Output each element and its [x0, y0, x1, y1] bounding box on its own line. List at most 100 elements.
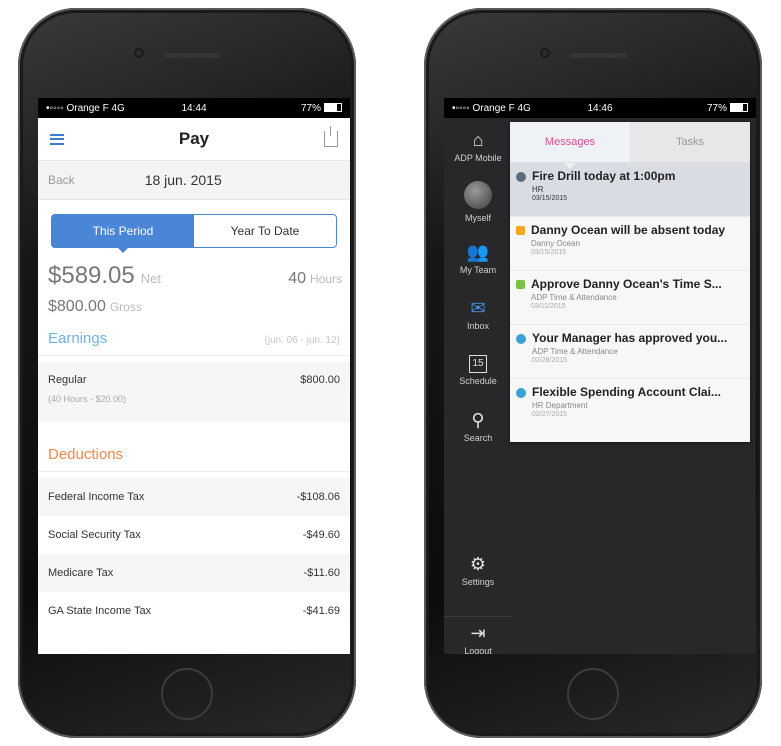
menu-icon[interactable] — [50, 133, 64, 145]
earning-value: $800.00 — [300, 374, 340, 386]
message-title: Approve Danny Ocean's Time S... — [531, 277, 722, 291]
sidebar-item-label: Schedule — [459, 375, 497, 386]
home-button[interactable] — [161, 668, 213, 720]
camera — [540, 48, 550, 58]
absence-icon — [516, 226, 525, 235]
carrier-label: •◦◦◦◦ Orange F 4G — [452, 102, 531, 114]
message-from: Danny Ocean — [531, 239, 580, 248]
panel-tabs: Messages Tasks — [510, 122, 750, 169]
deduction-row[interactable]: GA State Income Tax -$41.69 — [38, 592, 350, 630]
right-phone: •◦◦◦◦ Orange F 4G 14:46 77% ⌂ ADP Mobile… — [424, 8, 762, 738]
earning-sub: (40 Hours - $20.00) — [48, 394, 127, 404]
sidebar-item-logout[interactable]: ⇥ Logout — [444, 618, 512, 655]
net-amount: $589.05 — [48, 262, 135, 289]
home-icon: ⌂ — [472, 129, 484, 150]
earnings-header: Earnings (jun. 06 - jun. 12) — [38, 316, 350, 356]
deduction-label: Medicare Tax — [48, 567, 114, 579]
earning-row[interactable]: Regular (40 Hours - $20.00) $800.00 — [38, 362, 350, 422]
back-button[interactable]: Back — [48, 173, 75, 187]
carrier-label: •◦◦◦◦ Orange F 4G — [46, 102, 125, 114]
share-icon[interactable] — [324, 126, 338, 147]
sidebar: ⌂ ADP Mobile Myself 👥 My Team ✉ Inbox 15 — [444, 118, 512, 654]
period-segmented-control: This Period Year To Date — [51, 214, 337, 253]
sidebar-item-settings[interactable]: ⚙ Settings — [444, 542, 512, 598]
message-item[interactable]: Fire Drill today at 1:00pm HR 03/15/2015 — [510, 163, 750, 217]
battery-icon — [730, 103, 749, 113]
pay-date: 18 jun. 2015 — [144, 172, 222, 188]
message-from: ADP Time & Attendance — [532, 347, 618, 356]
deduction-label: GA State Income Tax — [48, 605, 152, 617]
page-title: Pay — [178, 129, 210, 148]
sidebar-item-adp-mobile[interactable]: ⌂ ADP Mobile — [444, 118, 512, 174]
deduction-row[interactable]: Federal Income Tax -$108.06 — [38, 478, 350, 516]
earnings-range: (jun. 06 - jun. 12) — [264, 335, 340, 346]
message-date: 02/28/2015 — [532, 357, 568, 364]
hours-label: Hours — [309, 272, 342, 286]
battery-percent: 77% — [707, 102, 728, 114]
nav-bar: Pay — [38, 118, 350, 161]
sidebar-item-label: ADP Mobile — [454, 152, 502, 163]
battery-percent: 77% — [301, 102, 322, 114]
gross-summary: $800.00 Gross — [38, 290, 350, 316]
battery-indicator: 77% — [649, 102, 749, 114]
gross-amount: $800.00 — [48, 298, 106, 315]
tab-this-period[interactable]: This Period — [52, 215, 194, 253]
deduction-row[interactable]: Medicare Tax -$11.60 — [38, 554, 350, 592]
sidebar-item-label: Myself — [464, 213, 491, 223]
deduction-label: Social Security Tax — [48, 529, 141, 541]
sidebar-item-label: Logout — [464, 645, 492, 655]
messages-panel: Messages Tasks Fire Drill today at 1:00p… — [510, 122, 750, 442]
deduction-value: -$11.60 — [303, 567, 341, 579]
gear-icon: ⚙ — [469, 553, 487, 574]
clock: 14:44 — [181, 102, 207, 114]
camera — [134, 48, 144, 58]
deduction-value: -$108.06 — [296, 491, 340, 503]
message-from: HR — [532, 185, 544, 194]
search-icon: ⚲ — [471, 409, 485, 430]
message-item[interactable]: Flexible Spending Account Clai... HR Dep… — [510, 379, 750, 433]
home-button[interactable] — [567, 668, 619, 720]
tab-year-to-date[interactable]: Year To Date — [194, 215, 336, 247]
gross-label: Gross — [109, 300, 142, 314]
message-item[interactable]: Approve Danny Ocean's Time S... ADP Time… — [510, 271, 750, 325]
deduction-value: -$49.60 — [302, 529, 340, 541]
speaker — [163, 53, 221, 58]
sidebar-item-label: Search — [463, 432, 493, 443]
mail-icon: ✉ — [470, 297, 486, 318]
sidebar-item-label: My Team — [459, 264, 497, 275]
earnings-title: Earnings — [48, 330, 108, 347]
deductions-title: Deductions — [48, 446, 124, 463]
sidebar-item-inbox[interactable]: ✉ Inbox — [444, 286, 512, 342]
deduction-label: Federal Income Tax — [48, 491, 145, 503]
deductions-header: Deductions — [38, 432, 350, 472]
message-date: 03/11/2015 — [531, 303, 566, 310]
info-icon — [516, 334, 526, 344]
avatar — [464, 181, 492, 209]
calendar-icon: 15 — [469, 354, 487, 373]
message-title: Fire Drill today at 1:00pm — [532, 169, 676, 183]
message-item[interactable]: Your Manager has approved you... ADP Tim… — [510, 325, 750, 379]
net-label: Net — [140, 271, 161, 286]
message-item[interactable]: Danny Ocean will be absent today Danny O… — [510, 217, 750, 271]
battery-icon — [324, 103, 343, 113]
left-phone: •◦◦◦◦ Orange F 4G 14:44 77% Pay Back 18 … — [18, 8, 356, 738]
sidebar-item-label: Settings — [461, 576, 495, 587]
speaker — [569, 53, 627, 58]
sidebar-item-my-team[interactable]: 👥 My Team — [444, 230, 512, 286]
app-body: ⌂ ADP Mobile Myself 👥 My Team ✉ Inbox 15 — [444, 118, 756, 654]
sidebar-item-search[interactable]: ⚲ Search — [444, 398, 512, 454]
message-title: Your Manager has approved you... — [532, 331, 728, 345]
sidebar-item-myself[interactable]: Myself — [444, 174, 512, 230]
inbox-screen: •◦◦◦◦ Orange F 4G 14:46 77% ⌂ ADP Mobile… — [444, 98, 756, 654]
divider — [444, 616, 512, 617]
sidebar-item-schedule[interactable]: 15 Schedule — [444, 342, 512, 398]
message-date: 02/27/2015 — [532, 411, 568, 418]
logout-icon: ⇥ — [470, 622, 486, 643]
deduction-row[interactable]: Social Security Tax -$49.60 — [38, 516, 350, 554]
date-bar: Back 18 jun. 2015 — [38, 161, 350, 200]
message-from: HR Department — [532, 401, 588, 410]
sidebar-item-label: Inbox — [466, 320, 490, 331]
info-icon — [516, 388, 526, 398]
tab-tasks[interactable]: Tasks — [630, 122, 750, 162]
tab-messages[interactable]: Messages — [510, 122, 630, 169]
